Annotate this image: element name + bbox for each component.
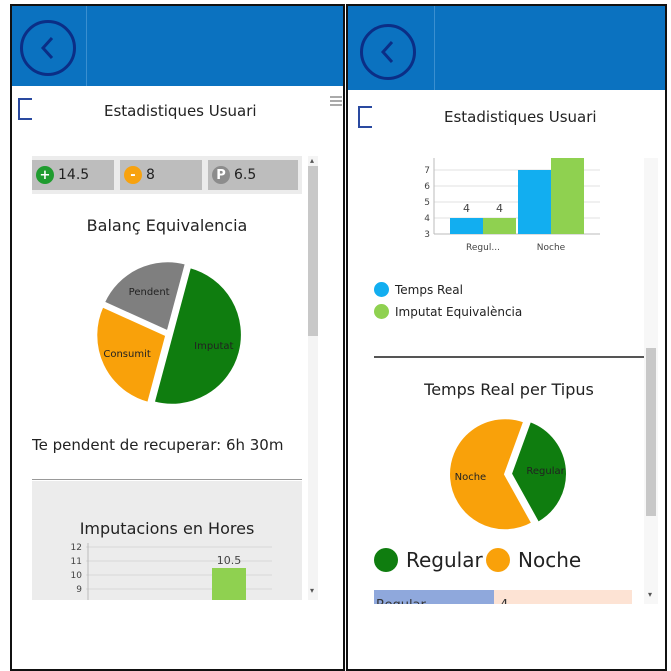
balance-card: Balanç Equivalencia Imputat Consumit Pende… [32, 194, 302, 480]
legend-noche: Noche [486, 548, 581, 572]
table-row: Regular 4 [374, 590, 632, 604]
stat-minus-value: 8 [146, 167, 155, 183]
legend-temps-real-label: Temps Real [395, 282, 463, 297]
x-tick-noche: Noche [537, 243, 566, 253]
x-tick-regul: Regul... [466, 243, 500, 253]
tipus-card: Temps Real per Tipus Regular Noche Regula… [374, 358, 644, 604]
y-tick-3: 3 [424, 230, 430, 240]
card-divider [32, 479, 302, 480]
bar-label: 10.5 [217, 554, 242, 567]
bar-temps-real-regul [450, 218, 483, 234]
pie-label-consumit: Consumit [103, 349, 151, 360]
balance-title: Balanç Equivalencia [86, 216, 248, 235]
stats-strip: + 14.5 - 8 P 6.5 [32, 156, 302, 194]
scroll-up-arrow[interactable]: ▴ [310, 156, 314, 165]
chevron-left-icon [380, 40, 394, 64]
left-screen: Estadistiques Usuari + 14.5 - 8 P 6.5 Ba… [10, 4, 345, 671]
title-bar: Estadistiques Usuari [12, 86, 343, 142]
legend-temps-real: Temps Real [374, 282, 463, 297]
stats-scroll-area[interactable]: + 14.5 - 8 P 6.5 Balanç Equivalencia Imp… [32, 156, 332, 600]
stat-plus: + 14.5 [32, 160, 114, 190]
back-button[interactable] [20, 20, 76, 76]
scrollbar[interactable]: ▴ ▾ [308, 156, 318, 600]
y-tick-6: 6 [424, 182, 430, 192]
p-circle-icon: P [212, 166, 230, 184]
menu-icon[interactable] [330, 96, 342, 108]
bracket-icon [358, 106, 372, 128]
bar-imputacions [212, 568, 246, 600]
stat-p-value: 6.5 [234, 167, 257, 183]
stat-plus-value: 14.5 [58, 167, 90, 183]
temps-bar-chart: 7 6 5 4 3 4 4 Regul... Noche [424, 158, 600, 253]
bar-imputat-equival-ncia-regul [483, 218, 516, 234]
scroll-down-arrow[interactable]: ▾ [648, 590, 652, 599]
legend-dot-regular [374, 548, 398, 572]
legend-dot-noche [486, 548, 510, 572]
back-button[interactable] [360, 24, 416, 80]
legend-regular: Regular [374, 548, 483, 572]
y-tick-10: 10 [71, 571, 83, 581]
stat-p: P 6.5 [208, 160, 298, 190]
bar-chart-card: 7 6 5 4 3 4 4 Regul... Noche Temps Real Imputat … [374, 158, 632, 354]
page-title: Estadistiques Usuari [104, 102, 257, 120]
table-cell-label: Regular [374, 590, 494, 604]
pie-label-regular: Regular [526, 466, 565, 477]
bar-temps-real-noche [518, 170, 551, 234]
bracket-icon [18, 98, 32, 120]
y-tick-12: 12 [71, 543, 82, 553]
legend-noche-label: Noche [518, 548, 582, 572]
title-bar: Estadistiques Usuari [348, 90, 665, 146]
minus-circle-icon: - [124, 166, 142, 184]
legend-regular-label: Regular [406, 548, 483, 572]
y-tick-9: 9 [76, 585, 82, 595]
y-tick-4: 4 [424, 214, 430, 224]
legend-dot-imputat [374, 304, 389, 319]
hours-title: Imputacions en Hores [79, 519, 255, 538]
app-header [348, 6, 665, 90]
pie-label-noche: Noche [455, 472, 487, 483]
y-tick-5: 5 [424, 198, 430, 208]
y-tick-11: 11 [71, 557, 82, 567]
tipus-title: Temps Real per Tipus [424, 380, 594, 399]
scrollbar[interactable]: ▾ [644, 158, 658, 604]
legend-imputat-label: Imputat Equivalència [395, 304, 523, 319]
tipus-pie-chart: Regular Noche [448, 417, 568, 532]
pending-text: Te pendent de recuperar: 6h 30m [32, 436, 284, 454]
bar-value-label: 4 [463, 202, 470, 215]
chevron-left-icon [40, 36, 54, 60]
hours-card: Imputacions en Hores 12 11 10 9 10.5 [32, 481, 302, 600]
scrollbar-thumb[interactable] [646, 348, 656, 516]
hours-bar-chart: 12 11 10 9 10.5 [71, 543, 272, 600]
app-header [12, 6, 343, 86]
right-screen: Estadistiques Usuari 7 6 5 4 3 4 4 Regul... Noch… [346, 4, 667, 671]
header-divider [86, 6, 87, 86]
y-tick-7: 7 [424, 166, 430, 176]
scroll-down-arrow[interactable]: ▾ [310, 586, 314, 595]
bar-value-label: 4 [496, 202, 503, 215]
stats-scroll-area[interactable]: 7 6 5 4 3 4 4 Regul... Noche Temps Real Imputat … [374, 158, 665, 604]
stat-minus: - 8 [120, 160, 202, 190]
table-cell-value: 4 [494, 590, 632, 604]
header-divider [434, 6, 435, 90]
legend-imputat: Imputat Equivalència [374, 304, 522, 319]
legend-dot-temps-real [374, 282, 389, 297]
pie-label-pendent: Pendent [129, 287, 170, 298]
page-title: Estadistiques Usuari [444, 108, 597, 126]
plus-circle-icon: + [36, 166, 54, 184]
balance-pie-chart: Imputat Consumit Pendent [95, 260, 243, 406]
bar-imputat-equival-ncia-noche [551, 158, 584, 234]
pie-label-imputat: Imputat [194, 341, 233, 352]
scrollbar-thumb[interactable] [308, 166, 318, 336]
